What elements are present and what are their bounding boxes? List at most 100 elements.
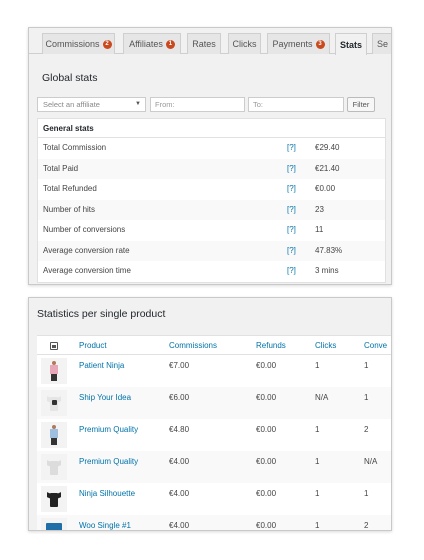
- row-label: Number of hits: [43, 204, 96, 214]
- row-value: 47.83%: [315, 245, 343, 255]
- column-commissions[interactable]: Commissions: [169, 336, 217, 356]
- clicks-cell: 1: [315, 521, 320, 530]
- stats-row-total-commission: Total Commission [?] €29.40: [38, 138, 385, 159]
- conversions-cell: 1: [364, 393, 369, 402]
- refunds-cell: €0.00: [256, 393, 277, 402]
- chevron-down-icon: ▼: [135, 101, 141, 107]
- help-link[interactable]: [?]: [287, 220, 296, 241]
- column-clicks[interactable]: Clicks: [315, 336, 336, 356]
- clicks-cell: 1: [315, 361, 320, 370]
- table-row: Patient Ninja €7.00 €0.00 1 1: [37, 355, 391, 387]
- product-link[interactable]: Premium Quality: [79, 419, 138, 441]
- refunds-cell: €0.00: [256, 521, 277, 530]
- refunds-cell: €0.00: [256, 457, 277, 466]
- row-label: Total Paid: [43, 163, 79, 173]
- tab-label: Stats: [339, 39, 362, 50]
- global-stats-panel: Commissions 2 Affiliates 1 Rates Clicks …: [28, 27, 392, 285]
- table-header: General stats: [38, 119, 385, 138]
- product-link[interactable]: Premium Quality: [79, 451, 138, 473]
- product-link[interactable]: Ninja Silhouette: [79, 483, 135, 505]
- tab-rates[interactable]: Rates: [187, 33, 221, 54]
- product-link[interactable]: Patient Ninja: [79, 355, 124, 377]
- commissions-cell: €4.00: [169, 521, 190, 530]
- person-blue-icon: [48, 425, 60, 445]
- count-badge: 3: [315, 39, 325, 49]
- tab-commissions[interactable]: Commissions 2: [42, 33, 115, 54]
- column-refunds[interactable]: Refunds: [256, 336, 286, 356]
- product-thumbnail[interactable]: [41, 390, 67, 416]
- row-value: €21.40: [315, 163, 340, 173]
- conversions-cell: 2: [364, 425, 369, 434]
- image-icon: [50, 342, 58, 350]
- stats-row-total-paid: Total Paid [?] €21.40: [38, 158, 385, 180]
- stats-row-conversion-time: Average conversion time [?] 3 mins: [38, 261, 385, 282]
- from-date-input[interactable]: From:: [150, 97, 245, 112]
- clicks-cell: 1: [315, 457, 320, 466]
- help-link[interactable]: [?]: [287, 179, 296, 200]
- row-value: 11: [315, 225, 324, 234]
- product-stats-table: Product Commissions Refunds Clicks Conve…: [37, 335, 391, 530]
- table-row: Woo Single #1 €4.00 €0.00 1 2: [37, 515, 391, 530]
- stats-row-conversions: Number of conversions [?] 11: [38, 220, 385, 241]
- affiliate-select-placeholder: Select an affiliate: [43, 100, 100, 109]
- help-link[interactable]: [?]: [287, 159, 296, 180]
- conversions-cell: N/A: [364, 457, 378, 466]
- product-stats-panel: Statistics per single product Product Co…: [28, 297, 392, 531]
- refunds-cell: €0.00: [256, 425, 277, 434]
- tab-clicks[interactable]: Clicks: [228, 33, 261, 54]
- product-link[interactable]: Ship Your Idea: [79, 387, 131, 409]
- clicks-cell: 1: [315, 489, 320, 498]
- table-row: Premium Quality €4.00 €0.00 1 N/A: [37, 451, 391, 483]
- tab-label: Rates: [192, 39, 216, 49]
- clicks-cell: 1: [315, 425, 320, 434]
- tab-label: Affiliates: [129, 39, 163, 49]
- stats-row-conversion-rate: Average conversion rate [?] 47.83%: [38, 240, 385, 262]
- product-thumbnail[interactable]: [41, 358, 67, 384]
- help-link[interactable]: [?]: [287, 138, 296, 159]
- product-thumbnail[interactable]: [41, 518, 67, 530]
- help-link[interactable]: [?]: [287, 261, 296, 282]
- tab-stats[interactable]: Stats: [335, 33, 367, 55]
- tab-affiliates[interactable]: Affiliates 1: [123, 33, 181, 54]
- row-label: Total Commission: [43, 143, 107, 152]
- product-thumbnail[interactable]: [41, 454, 67, 480]
- table-header: Product Commissions Refunds Clicks Conve: [37, 335, 391, 356]
- conversions-cell: 1: [364, 361, 369, 370]
- commissions-cell: €6.00: [169, 393, 190, 402]
- row-label: Total Refunded: [43, 184, 97, 193]
- clicks-cell: N/A: [315, 393, 329, 402]
- conversions-cell: 2: [364, 521, 369, 530]
- row-value: €29.40: [315, 143, 340, 152]
- help-link[interactable]: [?]: [287, 241, 296, 262]
- affiliate-select[interactable]: Select an affiliate ▼: [37, 97, 146, 112]
- commissions-cell: €4.80: [169, 425, 190, 434]
- row-value: 23: [315, 204, 324, 214]
- count-badge: 1: [165, 39, 175, 49]
- table-row: Ninja Silhouette €4.00 €0.00 1 1: [37, 483, 391, 515]
- table-row: Premium Quality €4.80 €0.00 1 2: [37, 419, 391, 451]
- column-product[interactable]: Product: [79, 336, 107, 356]
- product-thumbnail[interactable]: [41, 422, 67, 448]
- product-link[interactable]: Woo Single #1: [79, 515, 131, 530]
- column-conversions[interactable]: Conve: [364, 336, 387, 356]
- general-stats-table: General stats Total Commission [?] €29.4…: [37, 118, 386, 283]
- product-stats-title: Statistics per single product: [37, 308, 166, 320]
- tab-label: Se: [377, 39, 389, 49]
- tab-payments[interactable]: Payments 3: [267, 33, 330, 54]
- product-thumbnail[interactable]: [41, 486, 67, 512]
- stats-row-total-refunded: Total Refunded [?] €0.00: [38, 179, 385, 200]
- tab-settings[interactable]: Se: [372, 33, 391, 54]
- to-date-input[interactable]: To:: [248, 97, 344, 112]
- tab-bar: Commissions 2 Affiliates 1 Rates Clicks …: [29, 28, 391, 55]
- help-link[interactable]: [?]: [287, 200, 296, 221]
- row-label: Number of conversions: [43, 225, 126, 234]
- filter-button[interactable]: Filter: [347, 97, 375, 112]
- row-value: 3 mins: [315, 266, 339, 275]
- tshirt-white-print-icon: [47, 395, 61, 411]
- tab-label: Commissions: [45, 39, 100, 49]
- row-label: Average conversion rate: [43, 245, 130, 255]
- row-label: Average conversion time: [43, 266, 131, 275]
- commissions-cell: €7.00: [169, 361, 190, 370]
- album-blue-icon: [46, 523, 62, 530]
- count-badge: 2: [102, 39, 112, 49]
